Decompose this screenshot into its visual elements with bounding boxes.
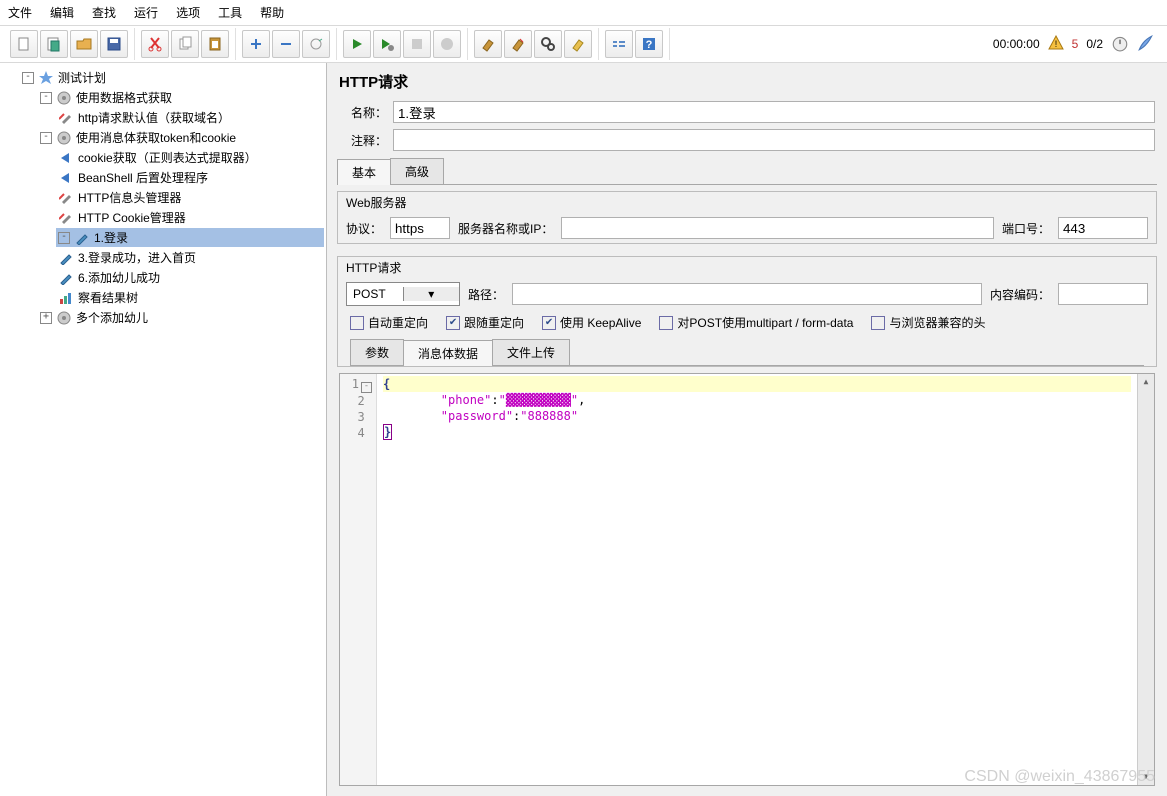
cb-browser-headers[interactable]: 与浏览器兼容的头 [871,314,985,331]
editor-panel: HTTP请求 名称： 注释： 基本 高级 Web服务器 协议： 服务器名称或IP… [327,63,1167,796]
feather-icon[interactable] [1137,34,1155,55]
reset-search-icon[interactable] [564,30,592,58]
cb-keepalive[interactable]: ✔使用 KeepAlive [542,314,641,331]
tree-http-defaults[interactable]: http请求默认值（获取域名） [56,108,324,127]
tree-header-manager[interactable]: HTTP信息头管理器 [56,188,324,207]
cb-follow-redirect[interactable]: ✔跟随重定向 [446,314,524,331]
start-icon[interactable] [343,30,371,58]
tree-beanshell[interactable]: BeanShell 后置处理程序 [56,168,324,187]
menu-search[interactable]: 查找 [92,4,116,21]
template-icon[interactable] [40,30,68,58]
shutdown-icon[interactable] [433,30,461,58]
name-label: 名称： [339,104,387,121]
menu-bar: 文件 编辑 查找 运行 选项 工具 帮助 [0,0,1167,26]
collapse-icon[interactable] [272,30,300,58]
editor-scrollbar[interactable]: ▴▾ [1137,374,1154,785]
menu-run[interactable]: 运行 [134,4,158,21]
paste-icon[interactable] [201,30,229,58]
editor-gutter: 1-2 3 4 [340,374,377,785]
menu-edit[interactable]: 编辑 [50,4,74,21]
name-input[interactable] [393,101,1155,123]
path-label: 路径： [468,286,504,303]
tree-login-sampler[interactable]: -1.登录 [56,228,324,247]
tree-cookie-manager[interactable]: HTTP Cookie管理器 [56,208,324,227]
tree-cookie-extract[interactable]: cookie获取（正则表达式提取器） [56,148,324,167]
stop-icon[interactable] [403,30,431,58]
panel-title: HTTP请求 [327,63,1167,98]
cb-auto-redirect[interactable]: 自动重定向 [350,314,428,331]
save-icon[interactable] [100,30,128,58]
new-icon[interactable] [10,30,38,58]
protocol-label: 协议： [346,220,382,237]
http-request-group: HTTP请求 POST▾ 路径： 内容编码： 自动重定向 ✔跟随重定向 ✔使用 … [337,256,1157,367]
search-icon[interactable] [534,30,562,58]
toggle-icon[interactable] [302,30,330,58]
svg-text:!: ! [1054,39,1057,49]
tree-login-success[interactable]: 3.登录成功，进入首页 [56,248,324,267]
thread-count: 0/2 [1086,37,1103,51]
status-area: 00:00:00 ! 5 0/2 [985,34,1163,55]
open-icon[interactable] [70,30,98,58]
toolbar: ? 00:00:00 ! 5 0/2 [0,26,1167,63]
tab-advanced[interactable]: 高级 [390,158,444,184]
warning-icon[interactable]: ! [1048,35,1064,54]
clear-all-icon[interactable] [504,30,532,58]
body-editor[interactable]: 1-2 3 4 { "phone":"▓▓▓▓▓▓▓▓▓", "password… [339,373,1155,786]
function-icon[interactable] [605,30,633,58]
server-input[interactable] [561,217,994,239]
comment-input[interactable] [393,129,1155,151]
cb-multipart[interactable]: 对POST使用multipart / form-data [659,314,853,331]
menu-file[interactable]: 文件 [8,4,32,21]
encoding-input[interactable] [1058,283,1148,305]
tab-params[interactable]: 参数 [350,339,404,365]
port-label: 端口号： [1002,220,1050,237]
tree-thread-group-3[interactable]: +多个添加幼儿 [38,308,324,327]
encoding-label: 内容编码： [990,286,1050,303]
tree-thread-group-1[interactable]: -使用数据格式获取 [38,88,324,107]
start-no-pause-icon[interactable] [373,30,401,58]
protocol-input[interactable] [390,217,450,239]
method-select[interactable]: POST▾ [346,282,460,306]
help-icon[interactable]: ? [635,30,663,58]
tab-files[interactable]: 文件上传 [492,339,570,365]
menu-options[interactable]: 选项 [176,4,200,21]
clear-icon[interactable] [474,30,502,58]
test-plan-tree[interactable]: -测试计划 -使用数据格式获取 http请求默认值（获取域名） -使用消息体获取… [0,63,327,796]
editor-code[interactable]: { "phone":"▓▓▓▓▓▓▓▓▓", "password":"88888… [377,374,1137,785]
comment-label: 注释： [339,132,387,149]
svg-text:?: ? [646,39,653,51]
warning-count: 5 [1072,37,1079,51]
tree-thread-group-2[interactable]: -使用消息体获取token和cookie [38,128,324,147]
tab-basic[interactable]: 基本 [337,159,391,185]
tree-test-plan[interactable]: -测试计划 [20,68,324,87]
menu-help[interactable]: 帮助 [260,4,284,21]
menu-tools[interactable]: 工具 [218,4,242,21]
copy-icon[interactable] [171,30,199,58]
cut-icon[interactable] [141,30,169,58]
expand-icon[interactable] [242,30,270,58]
server-label: 服务器名称或IP： [458,220,553,237]
web-server-group: Web服务器 协议： 服务器名称或IP： 端口号： [337,191,1157,244]
port-input[interactable] [1058,217,1148,239]
tab-body-data[interactable]: 消息体数据 [403,340,493,366]
http-request-title: HTTP请求 [338,257,1156,278]
path-input[interactable] [512,283,982,305]
tree-add-child[interactable]: 6.添加幼儿成功 [56,268,324,287]
web-server-title: Web服务器 [338,192,1156,213]
elapsed-time: 00:00:00 [993,37,1040,51]
watermark: CSDN @weixin_43867955 [964,768,1155,786]
tree-results-tree[interactable]: 察看结果树 [56,288,324,307]
stopwatch-icon[interactable] [1111,34,1129,55]
